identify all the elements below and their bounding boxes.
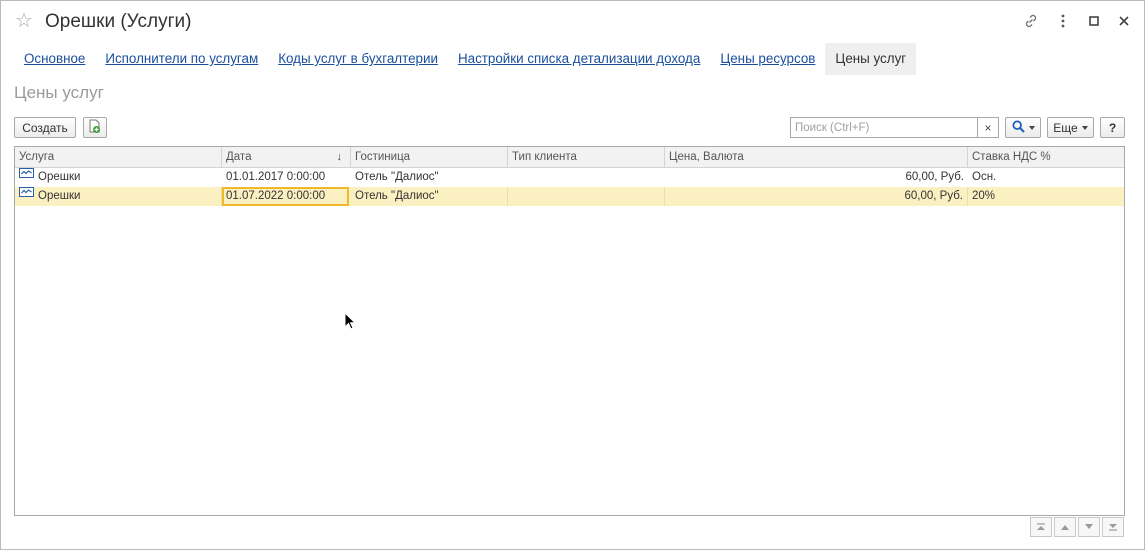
search-field[interactable]: × — [790, 117, 999, 138]
service-icon — [19, 187, 34, 204]
title-bar: ☆ Орешки (Услуги) — [1, 1, 1144, 41]
table-header: Услуга Дата ↓ Гостиница Тип клиента Цена… — [15, 147, 1124, 168]
tab-income-detail-settings[interactable]: Настройки списка детализации дохода — [448, 43, 710, 75]
create-button[interactable]: Создать — [14, 117, 76, 138]
cell-price: 60,00, Руб. — [905, 171, 965, 183]
cell-date[interactable]: 01.07.2022 0:00:00 — [222, 187, 349, 206]
search-button[interactable] — [1005, 117, 1041, 138]
scroll-down-button[interactable] — [1078, 517, 1100, 537]
cell-hotel: Отель "Далиос" — [351, 187, 508, 206]
copy-button[interactable] — [83, 117, 107, 138]
sort-descending-icon: ↓ — [336, 151, 343, 163]
service-name: Орешки — [38, 190, 81, 202]
mouse-pointer-icon — [344, 311, 357, 335]
scroll-top-button[interactable] — [1030, 517, 1052, 537]
tab-resource-prices[interactable]: Цены ресурсов — [710, 43, 825, 75]
cell-vat: Осн. — [972, 171, 997, 183]
cell-hotel: Отель "Далиос" — [355, 171, 439, 183]
scroll-up-icon — [1061, 525, 1069, 530]
service-icon — [19, 168, 34, 185]
section-title: Цены услуг — [14, 83, 104, 102]
link-icon[interactable] — [1021, 11, 1041, 31]
magnifier-icon — [1011, 119, 1025, 136]
chevron-down-icon — [1028, 125, 1035, 130]
more-icon[interactable] — [1053, 11, 1073, 31]
scroll-down-icon — [1085, 524, 1093, 529]
scroll-bottom-icon — [1109, 524, 1117, 531]
column-header-vat[interactable]: Ставка НДС % — [968, 147, 1124, 167]
tab-main[interactable]: Основное — [14, 43, 95, 75]
column-header-service[interactable]: Услуга — [15, 147, 222, 167]
service-name: Орешки — [38, 171, 81, 183]
close-icon[interactable] — [1114, 11, 1134, 31]
scroll-bottom-button[interactable] — [1102, 517, 1124, 537]
search-input[interactable] — [791, 118, 979, 138]
tab-accounting-codes[interactable]: Коды услуг в бухгалтерии — [268, 43, 448, 75]
help-button[interactable]: ? — [1100, 117, 1125, 138]
tab-performers[interactable]: Исполнители по услугам — [95, 43, 268, 75]
cell-client-type — [508, 168, 665, 187]
more-actions-label: Еще — [1053, 120, 1078, 135]
cell-price: 60,00, Руб. — [665, 187, 968, 206]
table-row[interactable]: Орешки 01.07.2022 0:00:00 Отель "Далиос"… — [15, 187, 1124, 206]
scroll-top-icon — [1037, 523, 1045, 530]
prices-table[interactable]: Услуга Дата ↓ Гостиница Тип клиента Цена… — [14, 146, 1125, 516]
column-header-client-type[interactable]: Тип клиента — [508, 147, 665, 167]
column-header-price[interactable]: Цена, Валюта — [665, 147, 968, 167]
column-header-date-label: Дата — [226, 151, 252, 163]
star-icon[interactable]: ☆ — [15, 10, 33, 32]
cell-service: Орешки — [15, 168, 222, 187]
form-window: ☆ Орешки (Услуги) Основное Исполнители п… — [0, 0, 1145, 550]
cell-vat: 20% — [972, 190, 996, 202]
maximize-icon[interactable] — [1084, 11, 1104, 31]
form-tabs: Основное Исполнители по услугам Коды усл… — [14, 43, 917, 75]
search-clear-button[interactable]: × — [977, 118, 998, 137]
scroll-up-button[interactable] — [1054, 517, 1076, 537]
column-header-hotel[interactable]: Гостиница — [351, 147, 508, 167]
table-row[interactable]: Орешки 01.01.2017 0:00:00 Отель "Далиос"… — [15, 168, 1124, 187]
cell-date: 01.01.2017 0:00:00 — [226, 171, 326, 183]
form-title: Орешки (Услуги) — [45, 11, 192, 32]
cell-client-type — [508, 187, 665, 206]
chevron-down-icon — [1081, 125, 1088, 130]
tab-service-prices[interactable]: Цены услуг — [825, 43, 917, 75]
cell-service: Орешки — [15, 187, 222, 206]
more-actions-button[interactable]: Еще — [1047, 117, 1094, 138]
add-document-icon — [88, 119, 102, 137]
column-header-date[interactable]: Дата ↓ — [222, 147, 351, 167]
